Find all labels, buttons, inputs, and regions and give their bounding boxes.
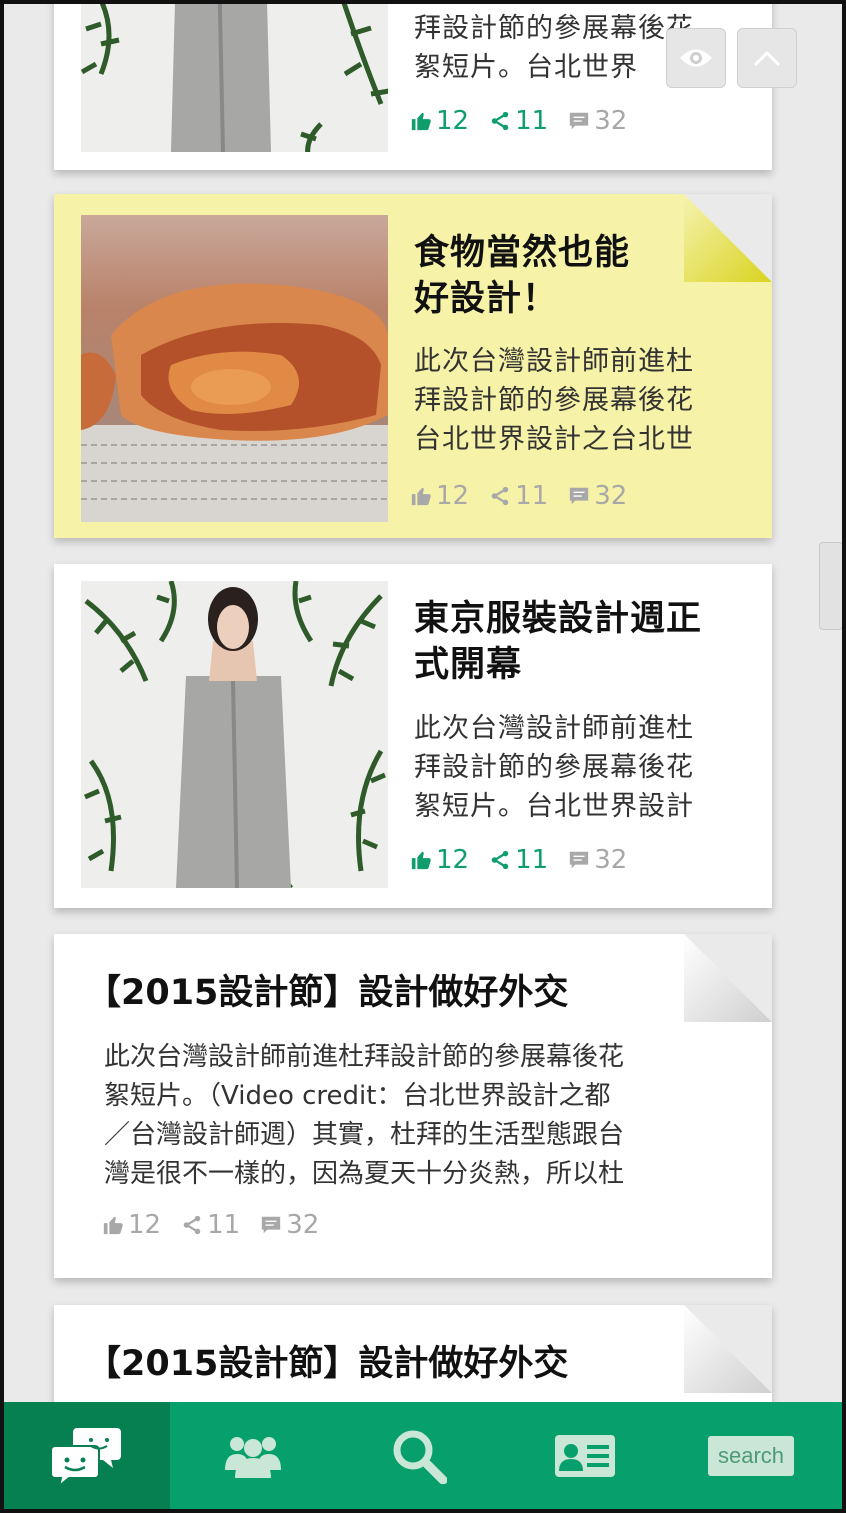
search-icon: [393, 1430, 447, 1484]
share-icon: [183, 1215, 201, 1235]
article-card[interactable]: 東京服裝設計週正 式開幕 此次台灣設計師前進杜 拜設計節的參展幕後花 絮短片。台…: [54, 564, 772, 908]
comment-count[interactable]: 32: [260, 1210, 319, 1240]
article-card[interactable]: 拜設計節的參展幕後花 絮短片。台北世界 12 11 32: [54, 4, 772, 170]
screen: 拜設計節的參展幕後花 絮短片。台北世界 12 11 32 食物當然也能 好設計！…: [4, 4, 842, 1509]
article-thumbnail-food: [81, 215, 388, 522]
comment-icon: [570, 851, 589, 869]
article-stats: 12 11 32: [102, 1210, 339, 1240]
thumbs-up-icon: [103, 1216, 123, 1235]
page-fold-corner: [684, 194, 772, 282]
view-toggle-button[interactable]: [666, 28, 726, 88]
share-icon: [491, 486, 509, 506]
eye-icon: [680, 49, 712, 67]
article-stats: 12 11 32: [410, 106, 647, 136]
comment-count[interactable]: 32: [568, 106, 627, 136]
like-count[interactable]: 12: [410, 481, 469, 511]
people-icon: [225, 1436, 281, 1478]
like-count[interactable]: 12: [410, 845, 469, 875]
article-excerpt: 此次台灣設計師前進杜 拜設計節的參展幕後花 台北世界設計之台北世: [414, 346, 694, 455]
thumbs-up-icon: [411, 851, 431, 870]
share-icon: [491, 850, 509, 870]
article-title[interactable]: 【2015設計節】設計做好外交: [86, 1341, 686, 1387]
tab-search[interactable]: [336, 1402, 502, 1509]
chevron-up-icon: [753, 50, 781, 67]
share-count[interactable]: 11: [181, 1210, 240, 1240]
article-card[interactable]: 食物當然也能 好設計！ 此次台灣設計師前進杜 拜設計節的參展幕後花 台北世界設計…: [54, 194, 772, 538]
article-thumbnail-fashion: [81, 4, 388, 152]
page-fold-corner: [684, 934, 772, 1022]
article-excerpt: 此次台灣設計師前進杜拜設計節的參展幕後花 絮短片。（Video credit：台…: [104, 1042, 625, 1189]
article-card[interactable]: 【2015設計節】設計做好外交 此次台灣設計師前進杜拜設計節的參展幕後花 絮短片…: [54, 934, 772, 1278]
profile-card-icon: [555, 1434, 615, 1477]
article-title[interactable]: 東京服裝設計週正 式開幕: [414, 596, 759, 688]
share-count[interactable]: 11: [489, 845, 548, 875]
search-text-button[interactable]: search: [708, 1435, 794, 1476]
tab-people[interactable]: [170, 1402, 336, 1509]
scroll-top-button[interactable]: [737, 28, 797, 88]
article-thumbnail-fashion: [81, 581, 388, 888]
article-title[interactable]: 【2015設計節】設計做好外交: [86, 970, 686, 1016]
share-icon: [491, 111, 509, 131]
tab-profile[interactable]: [502, 1402, 668, 1509]
thumbs-up-icon: [411, 112, 431, 131]
article-stats: 12 11 32: [410, 845, 647, 875]
comment-icon: [262, 1216, 281, 1234]
page-fold-corner: [684, 1305, 772, 1393]
scrollbar-thumb[interactable]: [819, 542, 842, 630]
tab-chat[interactable]: [4, 1402, 170, 1509]
share-count[interactable]: 11: [489, 481, 548, 511]
bottom-tab-bar: search: [4, 1402, 842, 1509]
tab-search-text[interactable]: search: [668, 1402, 834, 1509]
share-count[interactable]: 11: [489, 106, 548, 136]
like-count[interactable]: 12: [102, 1210, 161, 1240]
comment-count[interactable]: 32: [568, 845, 627, 875]
comment-count[interactable]: 32: [568, 481, 627, 511]
article-stats: 12 11 32: [410, 481, 647, 511]
chat-icon: [51, 1427, 121, 1488]
thumbs-up-icon: [411, 487, 431, 506]
comment-icon: [570, 487, 589, 505]
like-count[interactable]: 12: [410, 106, 469, 136]
comment-icon: [570, 112, 589, 130]
article-excerpt: 此次台灣設計師前進杜 拜設計節的參展幕後花 絮短片。台北世界設計: [414, 713, 694, 822]
